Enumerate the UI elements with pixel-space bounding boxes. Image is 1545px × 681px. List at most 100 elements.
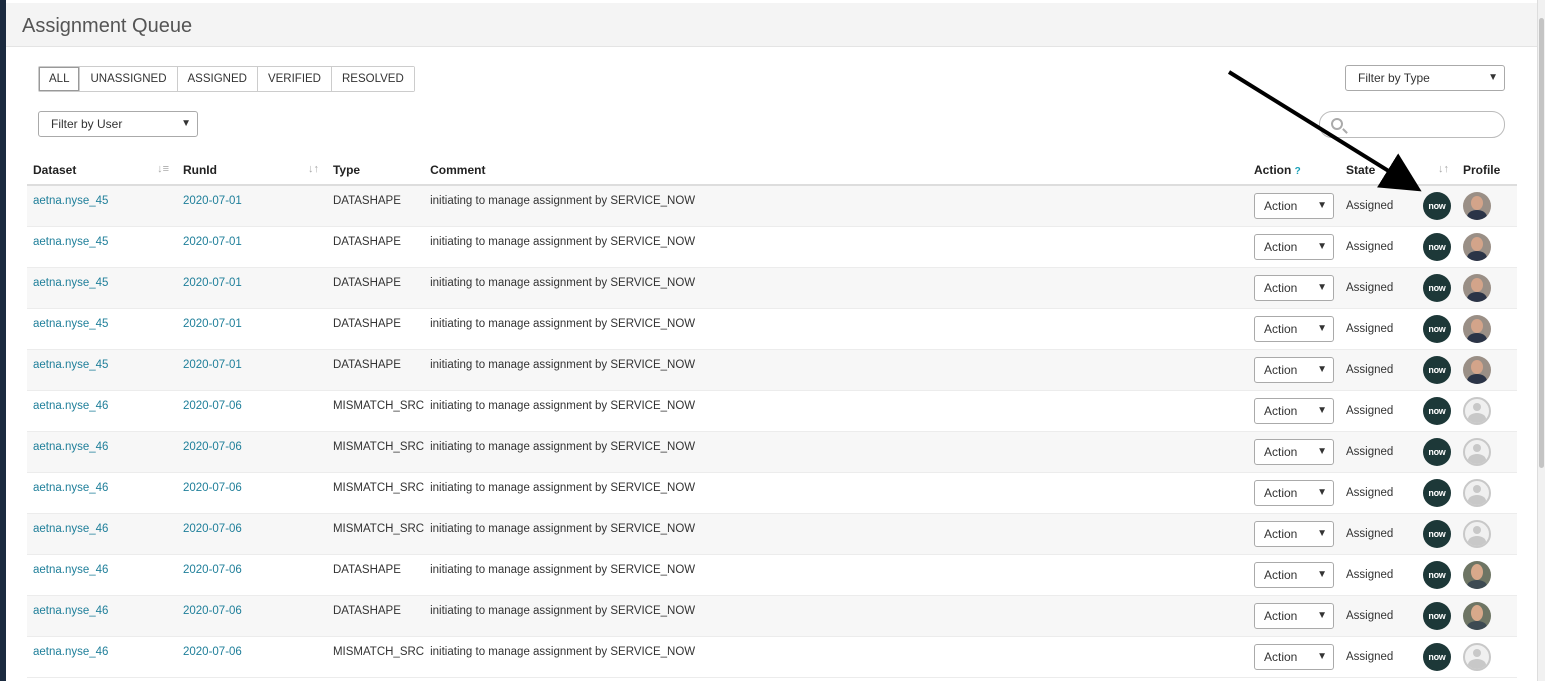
help-icon[interactable]: ? xyxy=(1295,166,1301,177)
action-select[interactable]: Action ▼ xyxy=(1253,602,1334,629)
action-select[interactable]: Action ▼ xyxy=(1253,643,1334,670)
runid-link[interactable]: 2020-07-01 xyxy=(176,349,327,391)
action-cell: Action ▼ xyxy=(1247,308,1340,350)
filter-by-type-select[interactable]: Filter by Type ▼ xyxy=(1345,65,1505,91)
runid-link[interactable]: 2020-07-06 xyxy=(176,472,327,514)
avatar[interactable] xyxy=(1462,642,1491,671)
action-select-label: Action xyxy=(1263,198,1298,213)
column-header-dataset[interactable]: Dataset ↓≡ xyxy=(27,155,177,186)
sort-icon[interactable]: ↓↑ xyxy=(1438,163,1449,175)
avatar[interactable] xyxy=(1462,478,1491,507)
dataset-link[interactable]: aetna.nyse_45 xyxy=(27,308,177,350)
dataset-link[interactable]: aetna.nyse_45 xyxy=(27,349,177,391)
servicenow-badge-icon[interactable]: now xyxy=(1422,478,1451,507)
action-select[interactable]: Action ▼ xyxy=(1253,315,1334,342)
action-cell: Action ▼ xyxy=(1247,226,1340,268)
action-select[interactable]: Action ▼ xyxy=(1253,397,1334,424)
search-input[interactable] xyxy=(1319,111,1505,138)
comment-cell: initiating to manage assignment by SERVI… xyxy=(424,185,1248,227)
dataset-link[interactable]: aetna.nyse_46 xyxy=(27,513,177,555)
tab-verified[interactable]: VERIFIED xyxy=(256,67,331,91)
runid-link[interactable]: 2020-07-01 xyxy=(176,267,327,309)
servicenow-badge-icon[interactable]: now xyxy=(1422,437,1451,466)
runid-link[interactable]: 2020-07-06 xyxy=(176,513,327,555)
action-select[interactable]: Action ▼ xyxy=(1253,233,1334,260)
runid-link[interactable]: 2020-07-06 xyxy=(176,390,327,432)
state-cell: Assigned xyxy=(1339,390,1417,432)
tab-resolved[interactable]: RESOLVED xyxy=(331,67,414,91)
runid-link[interactable]: 2020-07-06 xyxy=(176,554,327,596)
column-header-runid[interactable]: RunId ↓↑ xyxy=(176,155,327,186)
column-header-state[interactable]: State xyxy=(1339,155,1417,186)
column-header-action[interactable]: Action ? xyxy=(1247,155,1340,186)
dataset-link[interactable]: aetna.nyse_46 xyxy=(27,595,177,637)
dataset-link[interactable]: aetna.nyse_46 xyxy=(27,431,177,473)
avatar[interactable] xyxy=(1462,601,1491,630)
servicenow-badge-icon[interactable]: now xyxy=(1422,314,1451,343)
action-select[interactable]: Action ▼ xyxy=(1253,274,1334,301)
dataset-link[interactable]: aetna.nyse_45 xyxy=(27,267,177,309)
servicenow-badge-icon[interactable]: now xyxy=(1422,601,1451,630)
column-header-badge[interactable]: ↓↑ xyxy=(1416,155,1457,186)
action-select[interactable]: Action ▼ xyxy=(1253,192,1334,219)
servicenow-badge-icon[interactable]: now xyxy=(1422,519,1451,548)
table-row: aetna.nyse_46 2020-07-06 DATASHAPE initiati… xyxy=(27,554,1517,596)
servicenow-badge-icon[interactable]: now xyxy=(1422,642,1451,671)
dataset-link[interactable]: aetna.nyse_46 xyxy=(27,636,177,678)
avatar[interactable] xyxy=(1462,273,1491,302)
dataset-link[interactable]: aetna.nyse_46 xyxy=(27,472,177,514)
dataset-link[interactable]: aetna.nyse_45 xyxy=(27,226,177,268)
action-select[interactable]: Action ▼ xyxy=(1253,561,1334,588)
comment-cell: initiating to manage assignment by SERVI… xyxy=(424,554,1248,596)
avatar[interactable] xyxy=(1462,437,1491,466)
avatar[interactable] xyxy=(1462,560,1491,589)
servicenow-badge-icon[interactable]: now xyxy=(1422,191,1451,220)
runid-link[interactable]: 2020-07-06 xyxy=(176,636,327,678)
action-select[interactable]: Action ▼ xyxy=(1253,438,1334,465)
avatar[interactable] xyxy=(1462,355,1491,384)
avatar[interactable] xyxy=(1462,396,1491,425)
runid-link[interactable]: 2020-07-06 xyxy=(176,431,327,473)
avatar[interactable] xyxy=(1462,191,1491,220)
chevron-down-icon: ▼ xyxy=(1317,650,1327,662)
avatar[interactable] xyxy=(1462,519,1491,548)
servicenow-badge-icon[interactable]: now xyxy=(1422,560,1451,589)
runid-link[interactable]: 2020-07-06 xyxy=(176,595,327,637)
sort-icon[interactable]: ↓↑ xyxy=(308,163,319,175)
action-cell: Action ▼ xyxy=(1247,431,1340,473)
search-icon xyxy=(1331,118,1343,130)
profile-cell xyxy=(1456,308,1517,350)
servicenow-cell: now xyxy=(1416,636,1457,678)
type-cell: MISMATCH_SRC xyxy=(326,513,425,555)
servicenow-badge-icon[interactable]: now xyxy=(1422,273,1451,302)
sort-asc-icon[interactable]: ↓≡ xyxy=(157,163,169,175)
column-header-comment[interactable]: Comment xyxy=(424,155,1248,186)
state-cell: Assigned xyxy=(1339,472,1417,514)
avatar[interactable] xyxy=(1462,232,1491,261)
filter-by-user-label: Filter by User xyxy=(51,117,123,131)
state-cell: Assigned xyxy=(1339,349,1417,391)
table-row: aetna.nyse_46 2020-07-06 MISMATCH_SRC initi… xyxy=(27,636,1517,678)
dataset-link[interactable]: aetna.nyse_46 xyxy=(27,390,177,432)
tab-assigned[interactable]: ASSIGNED xyxy=(176,67,257,91)
action-select[interactable]: Action ▼ xyxy=(1253,479,1334,506)
action-select[interactable]: Action ▼ xyxy=(1253,356,1334,383)
filter-by-user-select[interactable]: Filter by User ▼ xyxy=(38,111,198,137)
dataset-link[interactable]: aetna.nyse_46 xyxy=(27,554,177,596)
column-header-type[interactable]: Type xyxy=(326,155,425,186)
state-cell: Assigned xyxy=(1339,554,1417,596)
avatar[interactable] xyxy=(1462,314,1491,343)
runid-link[interactable]: 2020-07-01 xyxy=(176,226,327,268)
tab-all[interactable]: ALL xyxy=(39,67,80,91)
tab-unassigned[interactable]: UNASSIGNED xyxy=(79,67,177,91)
scrollbar-thumb[interactable] xyxy=(1539,18,1544,468)
action-select[interactable]: Action ▼ xyxy=(1253,520,1334,547)
servicenow-badge-icon[interactable]: now xyxy=(1422,232,1451,261)
runid-link[interactable]: 2020-07-01 xyxy=(176,308,327,350)
runid-link[interactable]: 2020-07-01 xyxy=(176,185,327,227)
dataset-link[interactable]: aetna.nyse_45 xyxy=(27,185,177,227)
column-header-profile[interactable]: Profile xyxy=(1456,155,1517,186)
servicenow-badge-icon[interactable]: now xyxy=(1422,355,1451,384)
servicenow-badge-icon[interactable]: now xyxy=(1422,396,1451,425)
table-row: aetna.nyse_45 2020-07-01 DATASHAPE initiati… xyxy=(27,267,1517,309)
